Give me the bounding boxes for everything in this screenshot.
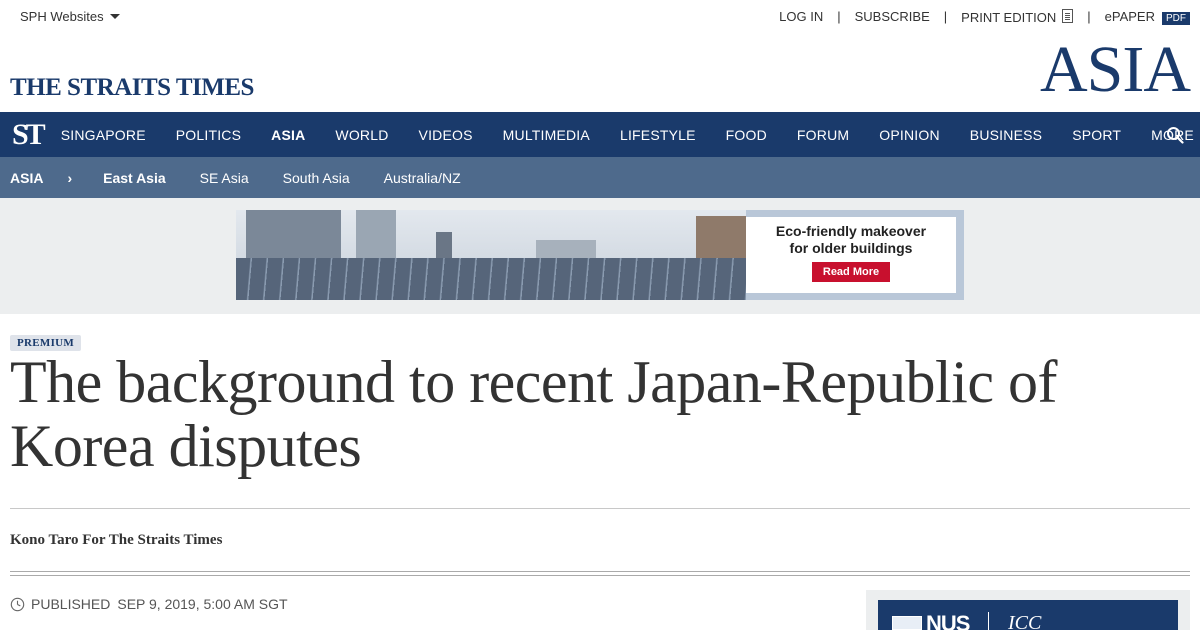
sph-websites-label: SPH Websites: [20, 9, 104, 24]
divider: [10, 571, 1190, 576]
ad-solar-panels: [236, 258, 756, 300]
subnav-item-east-asia[interactable]: East Asia: [86, 170, 183, 186]
divider: [988, 612, 989, 630]
ad-title-line1: Eco-friendly makeover: [775, 223, 927, 239]
chevron-right-icon: ›: [67, 169, 73, 186]
ad-building: [436, 232, 452, 260]
ad-title-line2: for older buildings: [789, 240, 913, 256]
section-title: ASIA: [1039, 33, 1191, 106]
nav-item-asia[interactable]: ASIA: [256, 127, 320, 143]
account-links: LOG IN | SUBSCRIBE | PRINT EDITION | ePA…: [765, 8, 1190, 25]
nav-item-business[interactable]: BUSINESS: [955, 127, 1057, 143]
article-byline[interactable]: Kono Taro For The Straits Times: [10, 532, 222, 549]
nav-item-forum[interactable]: FORUM: [782, 127, 864, 143]
chevron-down-icon: [109, 14, 120, 19]
subnav-item-se-asia[interactable]: SE Asia: [183, 170, 266, 186]
ad-building: [356, 210, 396, 260]
side-ad[interactable]: NUS ICC: [878, 600, 1178, 630]
pdf-badge: PDF: [1162, 11, 1190, 25]
epaper-link[interactable]: ePAPER PDF: [1091, 9, 1190, 25]
published-label: PUBLISHED: [31, 596, 111, 612]
ad-building: [246, 210, 341, 260]
nav-item-multimedia[interactable]: MULTIMEDIA: [488, 127, 605, 143]
main-nav: ST SINGAPORE POLITICS ASIA WORLD VIDEOS …: [0, 112, 1200, 157]
published-date: SEP 9, 2019, 5:00 AM SGT: [117, 596, 288, 612]
nus-crest-icon: [892, 616, 922, 630]
print-edition-link[interactable]: PRINT EDITION: [947, 8, 1087, 25]
utility-bar: SPH Websites LOG IN | SUBSCRIBE | PRINT …: [0, 0, 1200, 34]
nav-item-singapore[interactable]: SINGAPORE: [46, 127, 161, 143]
subscribe-link[interactable]: SUBSCRIBE: [841, 9, 944, 24]
site-logo[interactable]: THE STRAITS TIMES: [10, 74, 254, 102]
subnav-item-australia-nz[interactable]: Australia/NZ: [367, 170, 478, 186]
login-link[interactable]: LOG IN: [765, 9, 837, 24]
ad-building: [536, 240, 596, 260]
banner-ad[interactable]: Eco-friendly makeover for older building…: [236, 210, 964, 300]
sph-websites-dropdown[interactable]: SPH Websites: [20, 9, 120, 24]
nav-item-politics[interactable]: POLITICS: [161, 127, 256, 143]
masthead: THE STRAITS TIMES ASIA: [0, 33, 1200, 112]
nav-item-food[interactable]: FOOD: [711, 127, 782, 143]
nav-item-world[interactable]: WORLD: [320, 127, 403, 143]
nav-item-sport[interactable]: SPORT: [1057, 127, 1136, 143]
search-icon[interactable]: [1166, 126, 1184, 144]
st-logo-icon[interactable]: ST: [12, 112, 46, 157]
ad-band: Eco-friendly makeover for older building…: [0, 198, 1200, 314]
sub-nav: ASIA › East Asia SE Asia South Asia Aust…: [0, 157, 1200, 198]
side-ad-brand: NUS: [926, 611, 970, 630]
document-icon: [1062, 9, 1074, 23]
nav-item-videos[interactable]: VIDEOS: [404, 127, 488, 143]
subnav-home-asia[interactable]: ASIA: [0, 170, 63, 186]
clock-icon: [10, 597, 25, 611]
print-edition-label: PRINT EDITION: [961, 10, 1057, 25]
subnav-item-south-asia[interactable]: South Asia: [266, 170, 367, 186]
article-headline: The background to recent Japan-Republic …: [10, 349, 1057, 479]
side-ad-sub: ICC: [1008, 612, 1042, 630]
ad-read-more-button[interactable]: Read More: [811, 262, 891, 282]
published-timestamp: PUBLISHED SEP 9, 2019, 5:00 AM SGT: [10, 596, 288, 612]
nav-item-opinion[interactable]: OPINION: [864, 127, 955, 143]
ad-card: Eco-friendly makeover for older building…: [746, 217, 956, 293]
nav-item-lifestyle[interactable]: LIFESTYLE: [605, 127, 711, 143]
epaper-label: ePAPER: [1104, 8, 1155, 24]
divider: [10, 508, 1190, 509]
